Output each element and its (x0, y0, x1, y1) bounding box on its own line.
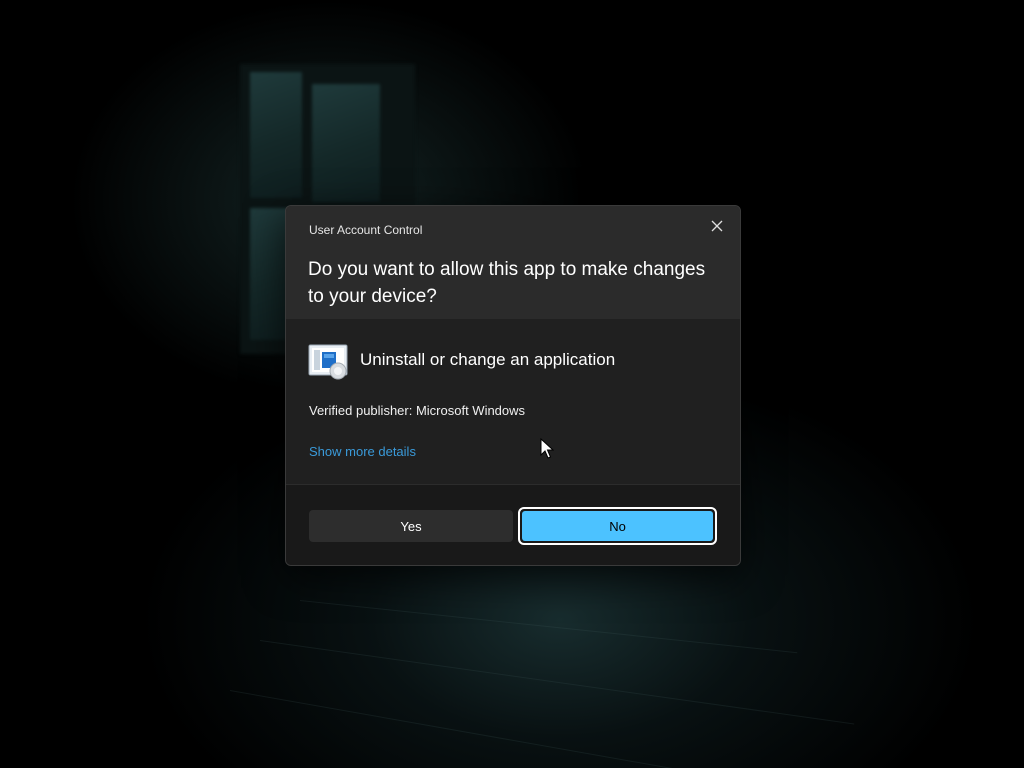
floorboard-line (229, 690, 871, 768)
no-button[interactable]: No (522, 511, 713, 541)
dialog-header: User Account Control Do you want to allo… (286, 206, 740, 319)
secure-desktop-background: User Account Control Do you want to allo… (0, 0, 1024, 768)
floorboard-line (299, 600, 798, 654)
yes-button[interactable]: Yes (309, 510, 513, 542)
dialog-body: Uninstall or change an application Verif… (286, 319, 740, 484)
verified-publisher: Verified publisher: Microsoft Windows (309, 403, 526, 418)
programs-and-features-icon (308, 344, 348, 380)
close-icon (711, 220, 723, 232)
close-button[interactable] (702, 212, 732, 240)
dialog-caption: User Account Control (309, 223, 423, 237)
window-pane (248, 70, 304, 200)
mouse-pointer-icon (540, 438, 554, 459)
app-name: Uninstall or change an application (360, 350, 616, 369)
window-pane (310, 82, 382, 204)
uac-dialog: User Account Control Do you want to allo… (285, 205, 741, 566)
dialog-footer: Yes No (286, 484, 740, 565)
dialog-question: Do you want to allow this app to make ch… (308, 259, 706, 307)
show-more-details-link[interactable]: Show more details (309, 444, 416, 459)
